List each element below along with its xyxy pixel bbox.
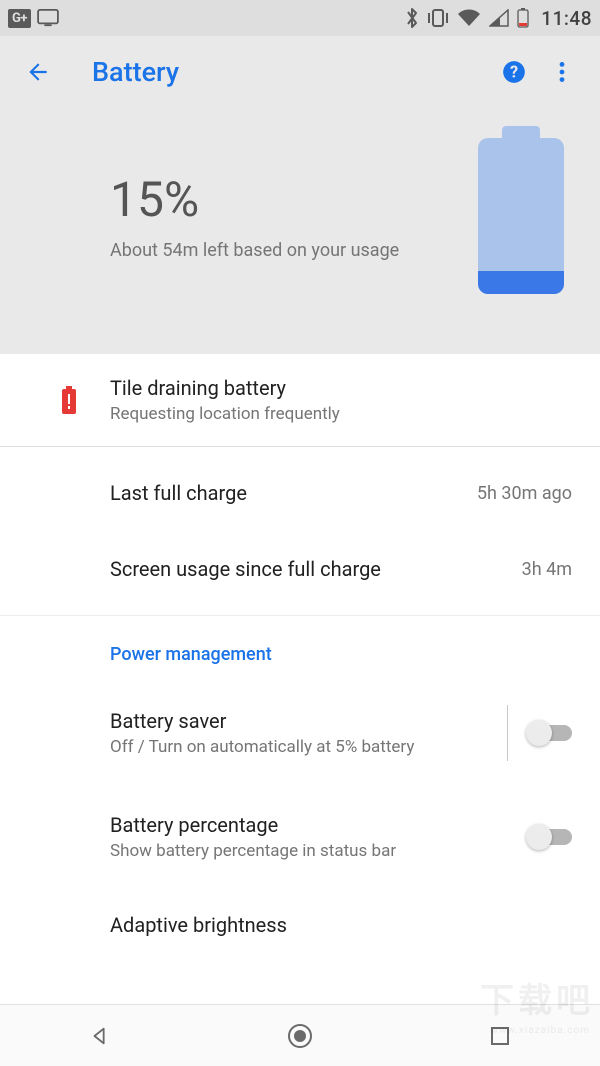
- svg-text:?: ?: [510, 62, 518, 81]
- nav-home-button[interactable]: [270, 1016, 330, 1056]
- stat-value: 3h 4m: [522, 559, 572, 580]
- setting-adaptive-brightness[interactable]: Adaptive brightness: [0, 883, 600, 943]
- setting-battery-saver[interactable]: Battery saver Off / Turn on automaticall…: [0, 683, 600, 783]
- nav-recents-button[interactable]: [470, 1016, 530, 1056]
- battery-status-icon: [517, 8, 529, 28]
- alert-row[interactable]: Tile draining battery Requesting locatio…: [0, 354, 600, 446]
- wifi-icon: [457, 9, 481, 27]
- battery-saver-switch[interactable]: [526, 717, 578, 749]
- clock-text: 11:48: [541, 7, 592, 30]
- cast-icon: [37, 9, 59, 27]
- bluetooth-icon: [405, 7, 419, 29]
- alert-battery-icon: [60, 385, 78, 415]
- section-power-management: Power management: [0, 616, 600, 683]
- setting-subtitle: Off / Turn on automatically at 5% batter…: [110, 737, 450, 757]
- setting-title: Battery saver: [110, 709, 489, 733]
- battery-fill: [478, 271, 564, 294]
- stat-label: Screen usage since full charge: [110, 557, 522, 581]
- back-button[interactable]: [18, 52, 58, 92]
- vertical-divider: [507, 705, 508, 761]
- vibrate-icon: [427, 8, 449, 28]
- stat-value: 5h 30m ago: [477, 483, 572, 504]
- setting-title: Battery percentage: [110, 813, 526, 837]
- battery-percent: 15%: [110, 171, 478, 228]
- page-title: Battery: [92, 56, 179, 88]
- cell-signal-icon: [489, 9, 509, 27]
- stat-label: Last full charge: [110, 481, 477, 505]
- setting-battery-percentage[interactable]: Battery percentage Show battery percenta…: [0, 783, 600, 883]
- battery-estimate: About 54m left based on your usage: [110, 240, 478, 261]
- setting-title: Adaptive brightness: [110, 913, 572, 937]
- alert-title: Tile draining battery: [110, 376, 572, 400]
- status-bar: G+ 11:48: [0, 0, 600, 36]
- stat-row-last-full-charge[interactable]: Last full charge 5h 30m ago: [0, 447, 600, 531]
- nav-back-button[interactable]: [70, 1016, 130, 1056]
- battery-hero[interactable]: 15% About 54m left based on your usage: [0, 108, 600, 354]
- gplus-badge: G+: [8, 9, 31, 28]
- setting-subtitle: Show battery percentage in status bar: [110, 841, 450, 861]
- alert-subtitle: Requesting location frequently: [110, 404, 572, 424]
- stat-row-screen-usage[interactable]: Screen usage since full charge 3h 4m: [0, 531, 600, 615]
- battery-graphic: [478, 138, 564, 294]
- overflow-menu-button[interactable]: [542, 52, 582, 92]
- navigation-bar: [0, 1004, 600, 1066]
- app-bar: Battery ?: [0, 36, 600, 108]
- battery-percentage-switch[interactable]: [526, 821, 578, 853]
- help-button[interactable]: ?: [494, 52, 534, 92]
